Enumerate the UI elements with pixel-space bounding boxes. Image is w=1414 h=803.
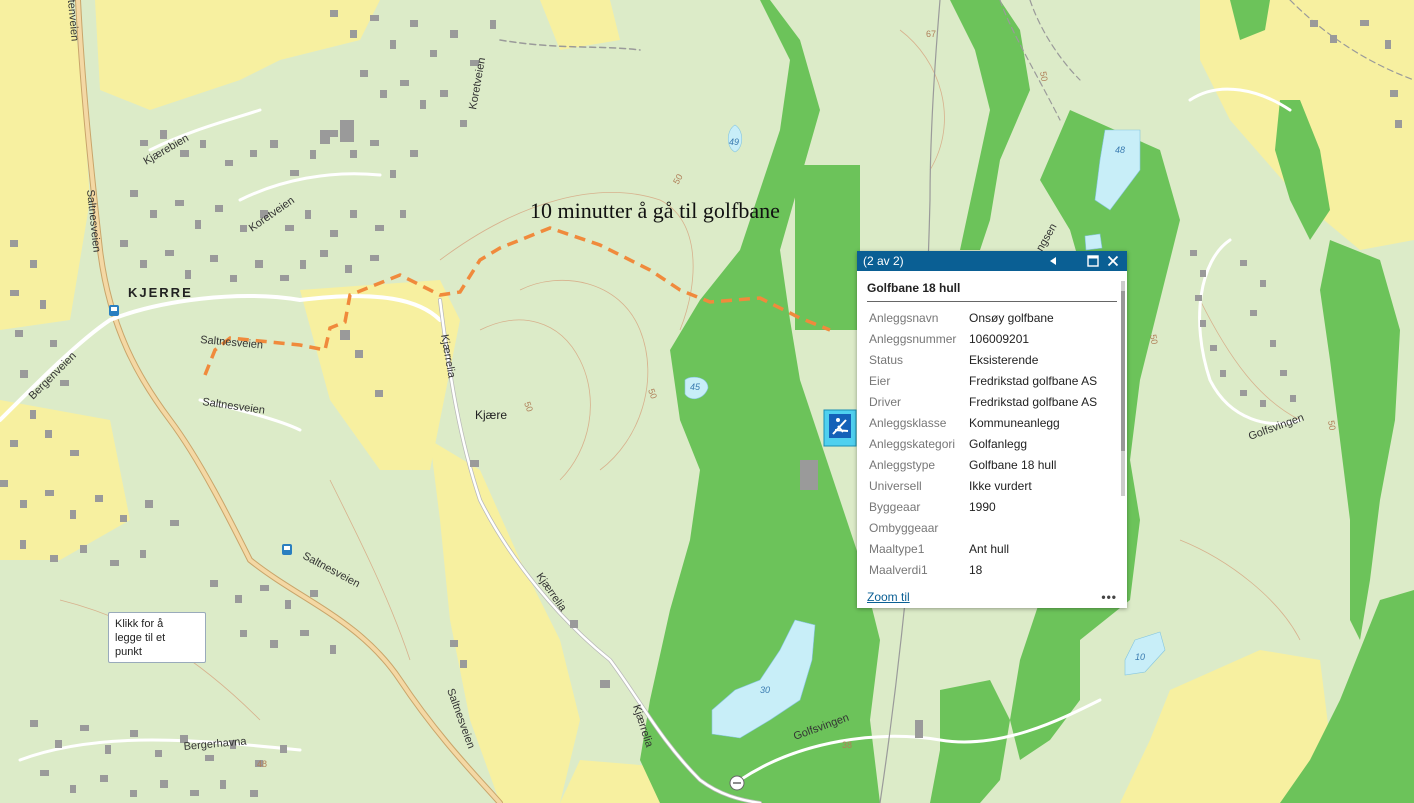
attribute-key: Byggeaar [869, 500, 921, 514]
close-icon[interactable] [1105, 253, 1121, 269]
attribute-row: Driver Fredrikstad golfbane AS [867, 392, 1103, 413]
golf-facility-icon[interactable] [823, 409, 857, 447]
tooltip-line: legge til et [115, 632, 166, 644]
attribute-value: 1990 [969, 500, 996, 514]
contour-label-48: 48 [257, 759, 267, 769]
attribute-value: Fredrikstad golfbane AS [969, 374, 1098, 388]
map-canvas[interactable]: 10 minutter å gå til golfbane KJERRE Kjæ… [0, 0, 1414, 803]
attribute-value: Eksisterende [969, 353, 1039, 367]
attribute-row: Anleggsklasse Kommuneanlegg [867, 413, 1103, 434]
attribute-row: Status Eksisterende [867, 350, 1103, 371]
attribute-key: Status [869, 353, 904, 367]
attribute-key: Anleggskategori [869, 437, 956, 451]
attribute-row: Anleggstype Golfbane 18 hull [867, 455, 1103, 476]
attribute-value: Ant hull [969, 542, 1010, 556]
more-options-icon[interactable]: ••• [1101, 590, 1117, 604]
attribute-value: Fredrikstad golfbane AS [969, 395, 1098, 409]
lake-label-30: 30 [760, 685, 770, 695]
attribute-value: Kommuneanlegg [969, 416, 1060, 430]
place-label-kjaere: Kjære [475, 408, 507, 422]
popup-counter: (2 av 2) [863, 254, 904, 268]
lake-label-10: 10 [1135, 652, 1145, 662]
add-point-tooltip: Klikk for å legge til et punkt [108, 612, 206, 663]
maximize-icon[interactable] [1085, 253, 1101, 269]
lake-label-45: 45 [690, 382, 701, 392]
bus-stop-icon [109, 305, 119, 316]
bus-stop-icon-2 [282, 544, 292, 555]
attribute-value: Ikke vurdert [969, 479, 1032, 493]
contour-label-67: 67 [926, 29, 936, 39]
attribute-key: Ombyggeaar [869, 521, 939, 535]
popup-footer: Zoom til ••• [857, 586, 1127, 608]
attribute-key: Maalverdi1 [869, 563, 928, 577]
parking-icon [729, 775, 745, 791]
attribute-row: Byggeaar 1990 [867, 497, 1103, 518]
attribute-row: Ombyggeaar [867, 518, 1103, 539]
triangle-left-icon[interactable] [1045, 253, 1061, 269]
attribute-row: Eier Fredrikstad golfbane AS [867, 371, 1103, 392]
popup-scrollbar[interactable] [1121, 281, 1125, 496]
attribute-key: Maaltype1 [869, 542, 925, 556]
zoom-to-link[interactable]: Zoom til [867, 590, 910, 604]
attribute-value: 106009201 [969, 332, 1030, 346]
attribute-value: Onsøy golfbane [969, 311, 1054, 325]
attribute-row: Anleggskategori Golfanlegg [867, 434, 1103, 455]
popup-scrollbar-thumb[interactable] [1121, 291, 1125, 451]
tooltip-line: Klikk for å [115, 618, 164, 630]
attribute-key: Eier [869, 374, 891, 388]
attribute-key: Driver [869, 395, 901, 409]
attribute-value [967, 518, 1103, 539]
popup-title: Golfbane 18 hull [867, 271, 1117, 302]
tooltip-line: punkt [115, 646, 142, 658]
attribute-key: Universell [869, 479, 922, 493]
attribute-value: Golfanlegg [969, 437, 1028, 451]
attribute-row: Anleggsnavn Onsøy golfbane [867, 308, 1103, 329]
attribute-table: Anleggsnavn Onsøy golfbane Anleggsnummer 10… [867, 308, 1103, 581]
popup-header: (2 av 2) [857, 251, 1127, 271]
route-label: 10 minutter å gå til golfbane [530, 198, 780, 223]
attribute-row: Maaltype1 Ant hull [867, 539, 1103, 560]
attribute-row: Universell Ikke vurdert [867, 476, 1103, 497]
contour-label-50f: 50 [1326, 420, 1338, 432]
attribute-key: Anleggsnavn [869, 311, 939, 325]
contour-label-38: 38 [842, 740, 852, 750]
attribute-row: Anleggsnummer 106009201 [867, 329, 1103, 350]
attribute-key: Anleggsnummer [869, 332, 957, 346]
contour-label-50e: 50 [1148, 334, 1160, 346]
attribute-value: 18 [969, 563, 983, 577]
attribute-key: Anleggstype [869, 458, 936, 472]
feature-popup: (2 av 2) Golfbane 18 hull Anleggsnavn Ons… [857, 251, 1127, 608]
attribute-row: Maalverdi1 18 [867, 560, 1103, 581]
place-label-kjerre: KJERRE [128, 285, 193, 300]
attribute-value: Golfbane 18 hull [969, 458, 1057, 472]
attribute-key: Anleggsklasse [869, 416, 947, 430]
lake-label-49: 49 [729, 137, 739, 147]
popup-body[interactable]: Golfbane 18 hull Anleggsnavn Onsøy golfba… [857, 271, 1127, 586]
contour-label-50a: 50 [1038, 71, 1050, 83]
lake-label-48: 48 [1115, 145, 1125, 155]
